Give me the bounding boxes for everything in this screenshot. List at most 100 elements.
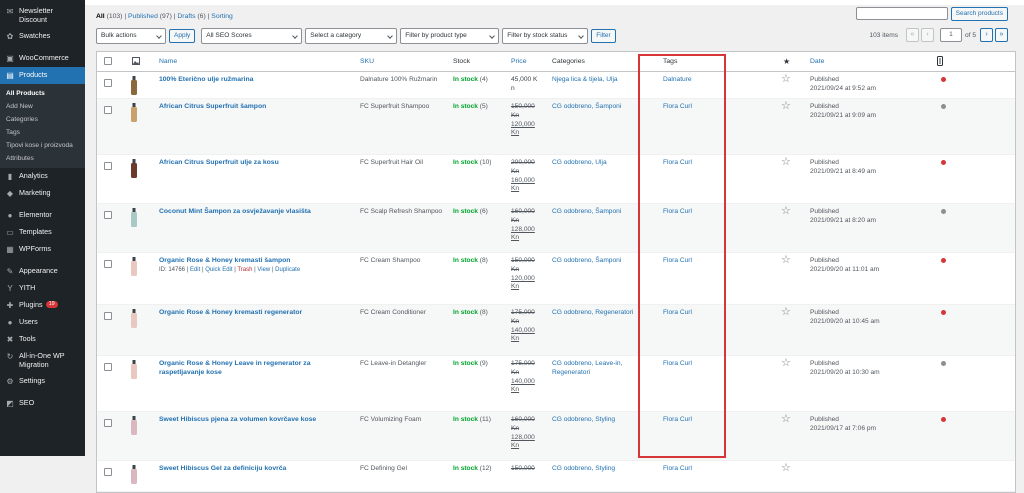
product-categories[interactable]: CG odobreno, Leave-in, Regeneratori — [552, 360, 637, 378]
column-featured[interactable]: ★ — [783, 57, 790, 66]
menu-templates[interactable]: ▭ Templates — [0, 224, 85, 241]
featured-star-icon[interactable]: ☆ — [781, 463, 791, 474]
featured-star-icon[interactable]: ☆ — [781, 157, 791, 168]
product-thumbnail[interactable] — [129, 103, 139, 122]
product-tags[interactable]: Flora Curl — [663, 360, 692, 369]
duplicate-link[interactable]: Duplicate — [275, 267, 300, 273]
product-categories[interactable]: CG odobreno, Šamponi — [552, 208, 637, 217]
product-name-link[interactable]: Sweet Hibiscus pjena za volumen kovrčave… — [159, 416, 316, 423]
product-name-link[interactable]: African Citrus Superfruit ulje za kosu — [159, 159, 279, 166]
quick-edit-link[interactable]: Quick Edit — [205, 267, 232, 273]
featured-star-icon[interactable]: ☆ — [781, 307, 791, 318]
product-thumbnail[interactable] — [129, 360, 139, 379]
row-checkbox[interactable] — [104, 363, 112, 371]
product-thumbnail[interactable] — [129, 208, 139, 227]
column-name[interactable]: Name — [159, 58, 177, 65]
menu-marketing[interactable]: ◆ Marketing — [0, 185, 85, 202]
row-checkbox[interactable] — [104, 106, 112, 114]
view-link[interactable]: View — [257, 267, 270, 273]
featured-star-icon[interactable]: ☆ — [781, 101, 791, 112]
menu-woocommerce[interactable]: ▣ WooCommerce — [0, 50, 85, 67]
product-tags[interactable]: Flora Curl — [663, 465, 692, 474]
product-categories[interactable]: CG odobreno, Šamponi — [552, 103, 637, 112]
product-name-link[interactable]: Sweet Hibiscus Gel za definiciju kovrča — [159, 465, 286, 472]
search-input[interactable] — [855, 7, 948, 20]
menu-plugins[interactable]: ✚ Plugins 19 — [0, 297, 85, 314]
product-name-link[interactable]: Organic Rose & Honey kremasti regenerato… — [159, 309, 302, 316]
submenu-all-products[interactable]: All Products — [0, 87, 85, 100]
filter-button[interactable]: Filter — [591, 29, 616, 43]
product-tags[interactable]: Dalnature — [663, 76, 692, 85]
product-categories[interactable]: CG odobreno, Regeneratori — [552, 309, 637, 318]
menu-appearance[interactable]: ✎ Appearance — [0, 263, 85, 280]
bulk-actions-select[interactable]: Bulk actions — [96, 28, 166, 44]
product-thumbnail[interactable] — [129, 257, 139, 276]
menu-newsletter-discount[interactable]: ✉ Newsletter Discount — [0, 0, 85, 28]
menu-products[interactable]: ▤ Products — [0, 67, 85, 84]
submenu-add-new[interactable]: Add New — [0, 100, 85, 113]
menu-seo[interactable]: ◩ SEO — [0, 395, 85, 412]
category-select[interactable]: Select a category — [305, 28, 398, 44]
row-checkbox[interactable] — [104, 211, 112, 219]
product-thumbnail[interactable] — [129, 416, 139, 435]
search-products-button[interactable]: Search products — [950, 7, 1008, 21]
product-name-link[interactable]: 100% Eterično ulje ružmarina — [159, 76, 253, 83]
product-tags[interactable]: Flora Curl — [663, 103, 692, 112]
product-tags[interactable]: Flora Curl — [663, 208, 692, 217]
product-tags[interactable]: Flora Curl — [663, 416, 692, 425]
product-thumbnail[interactable] — [129, 76, 139, 95]
menu-yith[interactable]: Y YITH — [0, 280, 85, 297]
menu-all-in-one-migration[interactable]: ↻ All-in-One WP Migration — [0, 348, 85, 373]
row-checkbox[interactable] — [104, 162, 112, 170]
featured-star-icon[interactable]: ☆ — [781, 414, 791, 425]
column-price[interactable]: Price — [511, 58, 527, 65]
submenu-tags[interactable]: Tags — [0, 126, 85, 139]
product-thumbnail[interactable] — [129, 309, 139, 328]
menu-users[interactable]: ● Users — [0, 314, 85, 331]
featured-star-icon[interactable]: ☆ — [781, 74, 791, 85]
row-checkbox[interactable] — [104, 79, 112, 87]
row-checkbox[interactable] — [104, 312, 112, 320]
filter-drafts[interactable]: Drafts (6) — [177, 13, 205, 20]
product-tags[interactable]: Flora Curl — [663, 257, 692, 266]
product-thumbnail[interactable] — [129, 159, 139, 178]
row-checkbox[interactable] — [104, 468, 112, 476]
product-categories[interactable]: CG odobreno, Styling — [552, 416, 637, 425]
menu-swatches[interactable]: ✿ Swatches — [0, 28, 85, 45]
last-page-button[interactable]: » — [995, 28, 1008, 42]
product-categories[interactable]: CG odobreno, Ulja — [552, 159, 637, 168]
filter-sorting[interactable]: Sorting — [211, 13, 233, 20]
filter-published[interactable]: Published (97) — [128, 13, 172, 20]
featured-star-icon[interactable]: ☆ — [781, 255, 791, 266]
apply-button[interactable]: Apply — [169, 29, 196, 43]
next-page-button[interactable]: › — [980, 28, 993, 42]
menu-wpforms[interactable]: ▦ WPForms — [0, 241, 85, 258]
product-categories[interactable]: CG odobreno, Styling — [552, 465, 637, 474]
submenu-hair-types[interactable]: Tipovi kose i proizvoda — [0, 139, 85, 152]
product-name-link[interactable]: Organic Rose & Honey kremasti šampon — [159, 257, 290, 264]
trash-link[interactable]: Trash — [237, 267, 252, 273]
column-date[interactable]: Date — [810, 58, 824, 65]
product-thumbnail[interactable] — [129, 465, 139, 484]
edit-link[interactable]: Edit — [190, 267, 200, 273]
column-sku[interactable]: SKU — [360, 58, 374, 65]
filter-all[interactable]: All (103) — [96, 13, 122, 20]
product-name-link[interactable]: Organic Rose & Honey Leave in regenerato… — [159, 360, 310, 376]
row-checkbox[interactable] — [104, 419, 112, 427]
product-name-link[interactable]: African Citrus Superfruit šampon — [159, 103, 266, 110]
product-tags[interactable]: Flora Curl — [663, 159, 692, 168]
menu-tools[interactable]: ✖ Tools — [0, 331, 85, 348]
menu-elementor[interactable]: ● Elementor — [0, 207, 85, 224]
product-categories[interactable]: CG odobreno, Šamponi — [552, 257, 637, 266]
product-tags[interactable]: Flora Curl — [663, 309, 692, 318]
product-categories[interactable]: Njega lica & tijela, Ulja — [552, 76, 637, 85]
featured-star-icon[interactable]: ☆ — [781, 358, 791, 369]
seo-score-select[interactable]: All SEO Scores — [201, 28, 303, 44]
menu-analytics[interactable]: ▮ Analytics — [0, 168, 85, 185]
select-all-checkbox[interactable] — [104, 57, 112, 65]
submenu-attributes[interactable]: Attributes — [0, 152, 85, 165]
product-type-select[interactable]: Filter by product type — [400, 28, 500, 44]
stock-status-select[interactable]: Filter by stock status — [502, 28, 589, 44]
featured-star-icon[interactable]: ☆ — [781, 206, 791, 217]
current-page-input[interactable]: 1 — [940, 28, 962, 42]
